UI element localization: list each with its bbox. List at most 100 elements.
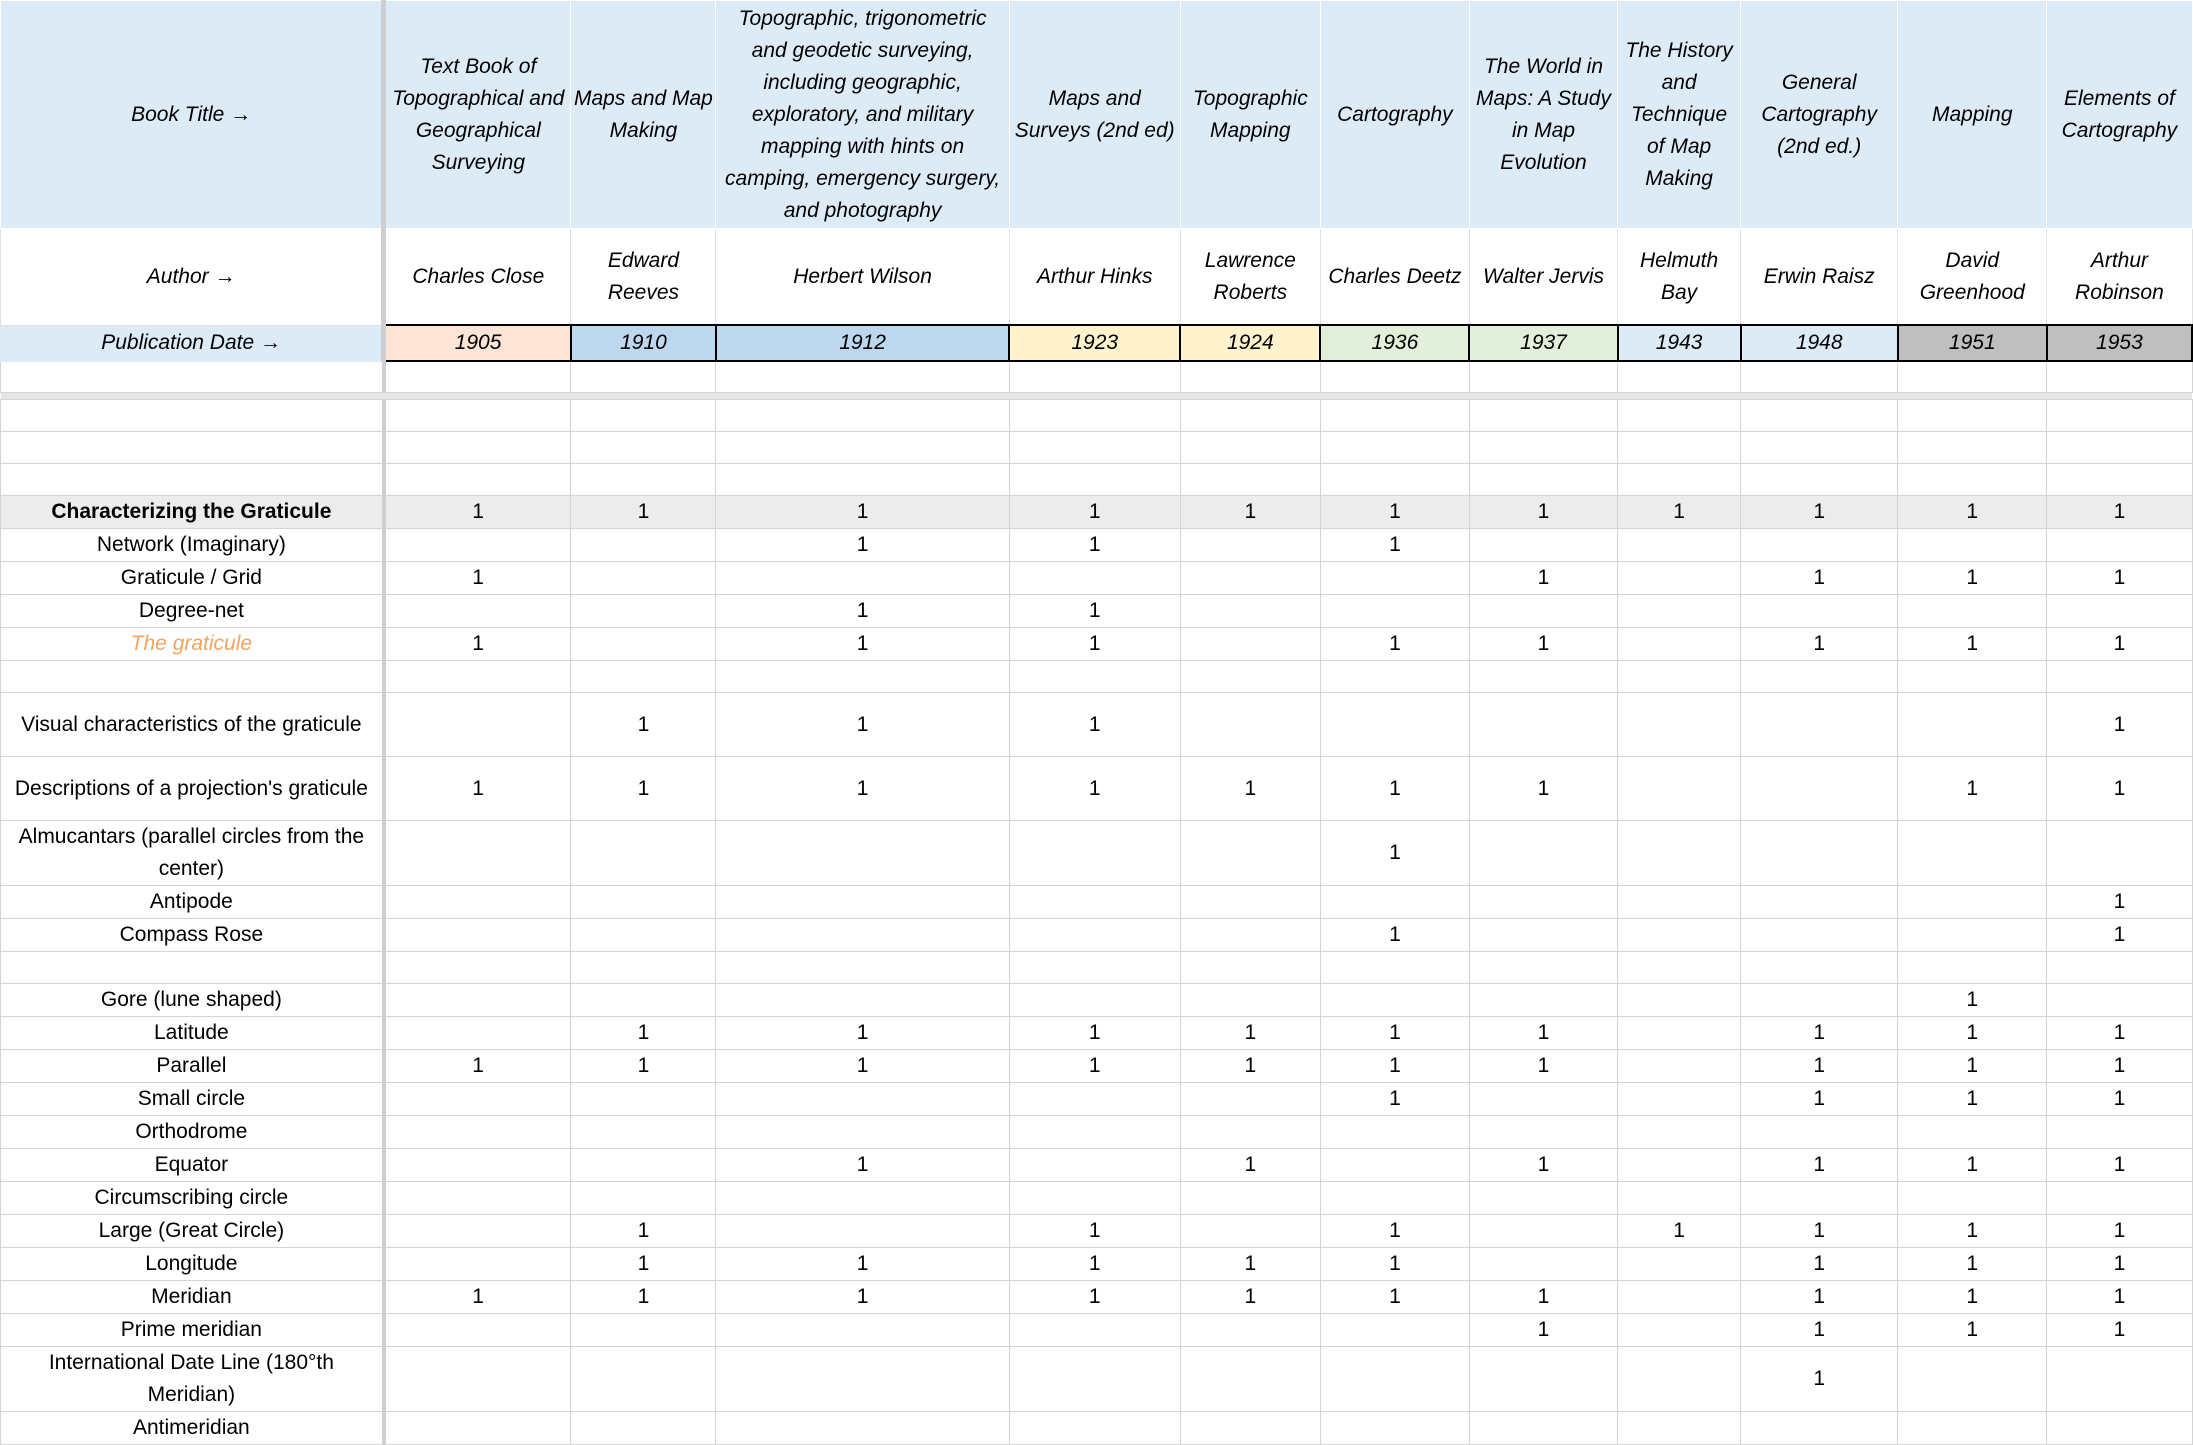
value-cell[interactable] [1008, 1313, 1181, 1347]
value-cell[interactable]: 1 [715, 627, 1010, 661]
value-cell[interactable]: 1 [2046, 495, 2193, 529]
row-label-cell[interactable]: The graticule [0, 627, 386, 661]
value-cell[interactable] [1740, 594, 1899, 628]
publication-date-cell[interactable]: 1912 [714, 324, 1011, 362]
row-label-cell[interactable]: Prime meridian [0, 1313, 386, 1347]
value-cell[interactable]: 1 [2046, 885, 2193, 919]
value-cell[interactable] [1319, 885, 1470, 919]
value-cell[interactable] [383, 1016, 572, 1050]
value-cell[interactable]: 1 [715, 1148, 1010, 1182]
value-cell[interactable]: 1 [715, 1049, 1010, 1083]
value-cell[interactable] [1179, 1411, 1321, 1445]
value-cell[interactable] [715, 1411, 1010, 1445]
value-cell[interactable] [383, 692, 572, 757]
value-cell[interactable] [1897, 594, 2048, 628]
value-cell[interactable] [1179, 1214, 1321, 1248]
value-cell[interactable] [1319, 660, 1470, 693]
book-title-cell[interactable]: Cartography [1319, 0, 1470, 229]
value-cell[interactable] [570, 528, 717, 562]
publication-date-cell[interactable]: 1905 [382, 324, 572, 362]
value-cell[interactable] [383, 1411, 572, 1445]
book-title-cell[interactable]: Elements of Cartography [2046, 0, 2193, 229]
value-cell[interactable]: 1 [1617, 495, 1742, 529]
value-cell[interactable]: 1 [1319, 918, 1470, 952]
value-cell[interactable] [1740, 528, 1899, 562]
value-cell[interactable] [1897, 1181, 2048, 1215]
value-cell[interactable]: 1 [1617, 1214, 1742, 1248]
value-cell[interactable] [1008, 983, 1181, 1017]
value-cell[interactable] [570, 660, 717, 693]
value-cell[interactable] [1617, 528, 1742, 562]
value-cell[interactable] [715, 561, 1010, 595]
value-cell[interactable]: 1 [1740, 495, 1899, 529]
value-cell[interactable] [570, 820, 717, 886]
value-cell[interactable] [715, 1181, 1010, 1215]
value-cell[interactable] [1008, 918, 1181, 952]
empty-cell[interactable] [1468, 360, 1619, 393]
value-cell[interactable] [1179, 1346, 1321, 1412]
value-cell[interactable] [1468, 692, 1619, 757]
value-cell[interactable]: 1 [383, 1049, 572, 1083]
value-cell[interactable] [1319, 1181, 1470, 1215]
value-cell[interactable] [715, 1115, 1010, 1149]
value-cell[interactable]: 1 [1897, 1082, 2048, 1116]
value-cell[interactable] [1468, 918, 1619, 952]
value-cell[interactable] [1468, 1181, 1619, 1215]
value-cell[interactable]: 1 [1897, 627, 2048, 661]
book-title-cell[interactable]: Maps and Surveys (2nd ed) [1008, 0, 1181, 229]
value-cell[interactable]: 1 [1179, 495, 1321, 529]
value-cell[interactable] [1468, 594, 1619, 628]
value-cell[interactable] [1897, 885, 2048, 919]
value-cell[interactable] [1897, 1411, 2048, 1445]
value-cell[interactable] [1740, 756, 1899, 821]
value-cell[interactable] [570, 1148, 717, 1182]
value-cell[interactable] [1617, 918, 1742, 952]
empty-cell[interactable] [0, 360, 386, 393]
value-cell[interactable]: 1 [1008, 756, 1181, 821]
value-cell[interactable] [1617, 660, 1742, 693]
value-cell[interactable]: 1 [2046, 1280, 2193, 1314]
value-cell[interactable] [2046, 399, 2193, 432]
value-cell[interactable] [1319, 1411, 1470, 1445]
value-cell[interactable] [1008, 1115, 1181, 1149]
value-cell[interactable]: 1 [1897, 1016, 2048, 1050]
value-cell[interactable]: 1 [1897, 1148, 2048, 1182]
row-label-cell[interactable]: Descriptions of a projection's graticule [0, 756, 386, 821]
value-cell[interactable] [1740, 463, 1899, 496]
value-cell[interactable] [570, 561, 717, 595]
value-cell[interactable]: 1 [1740, 1082, 1899, 1116]
value-cell[interactable] [1617, 399, 1742, 432]
value-cell[interactable] [1897, 463, 2048, 496]
value-cell[interactable]: 1 [1897, 756, 2048, 821]
row-label-cell[interactable] [0, 399, 386, 432]
row-label-cell[interactable]: Network (Imaginary) [0, 528, 386, 562]
value-cell[interactable]: 1 [2046, 1214, 2193, 1248]
value-cell[interactable] [1740, 431, 1899, 464]
publication-date-cell[interactable]: 1936 [1319, 324, 1471, 362]
value-cell[interactable]: 1 [1740, 627, 1899, 661]
value-cell[interactable] [1319, 399, 1470, 432]
empty-cell[interactable] [1740, 360, 1899, 393]
row-label-cell[interactable]: Equator [0, 1148, 386, 1182]
value-cell[interactable] [1617, 820, 1742, 886]
value-cell[interactable] [570, 1346, 717, 1412]
value-cell[interactable]: 1 [715, 1280, 1010, 1314]
value-cell[interactable] [1617, 983, 1742, 1017]
value-cell[interactable] [570, 594, 717, 628]
value-cell[interactable] [1008, 660, 1181, 693]
publication-date-label-cell[interactable]: Publication Date → [0, 324, 387, 362]
value-cell[interactable] [570, 399, 717, 432]
value-cell[interactable]: 1 [1179, 1016, 1321, 1050]
value-cell[interactable]: 1 [1468, 756, 1619, 821]
value-cell[interactable]: 1 [1319, 495, 1470, 529]
value-cell[interactable] [1617, 1411, 1742, 1445]
author-cell[interactable]: Erwin Raisz [1740, 228, 1899, 326]
value-cell[interactable]: 1 [1468, 1313, 1619, 1347]
value-cell[interactable] [1617, 1247, 1742, 1281]
value-cell[interactable] [1468, 983, 1619, 1017]
value-cell[interactable] [1179, 1313, 1321, 1347]
value-cell[interactable] [383, 1082, 572, 1116]
value-cell[interactable]: 1 [2046, 1082, 2193, 1116]
value-cell[interactable]: 1 [1008, 1016, 1181, 1050]
value-cell[interactable] [383, 1148, 572, 1182]
